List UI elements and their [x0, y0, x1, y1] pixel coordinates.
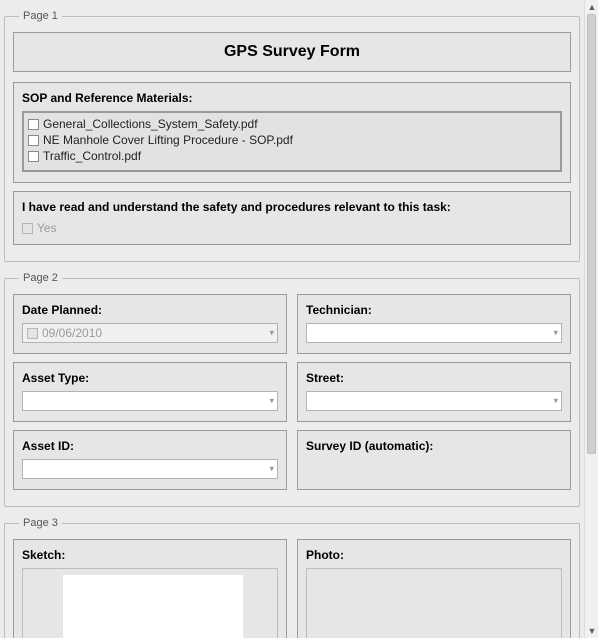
street-select[interactable]: ▾ — [306, 391, 562, 411]
sop-list: General_Collections_System_Safety.pdf NE… — [22, 111, 562, 172]
sketch-area[interactable] — [63, 575, 243, 638]
asset-type-panel: Asset Type: ▾ — [13, 362, 287, 422]
photo-canvas[interactable] — [306, 568, 562, 638]
vertical-scrollbar[interactable]: ▲ ▼ — [584, 0, 598, 638]
technician-select[interactable]: ▾ — [306, 323, 562, 343]
asset-id-select[interactable]: ▾ — [22, 459, 278, 479]
asset-type-label: Asset Type: — [22, 371, 278, 385]
technician-label: Technician: — [306, 303, 562, 317]
checkbox-icon[interactable] — [28, 135, 39, 146]
page-3: Page 3 Sketch: Photo: — [4, 517, 580, 638]
form-title-box: GPS Survey Form — [13, 32, 571, 72]
date-planned-value: 09/06/2010 — [42, 326, 102, 340]
sop-item[interactable]: Traffic_Control.pdf — [28, 148, 556, 164]
checkbox-icon[interactable] — [28, 119, 39, 130]
dropdown-icon[interactable]: ▾ — [269, 329, 274, 338]
asset-type-select[interactable]: ▾ — [22, 391, 278, 411]
sop-item[interactable]: NE Manhole Cover Lifting Procedure - SOP… — [28, 132, 556, 148]
survey-id-panel: Survey ID (automatic): — [297, 430, 571, 490]
sop-item[interactable]: General_Collections_System_Safety.pdf — [28, 116, 556, 132]
scrollbar-thumb[interactable] — [587, 14, 596, 454]
date-planned-input[interactable]: 09/06/2010 ▾ — [22, 323, 278, 343]
form-title: GPS Survey Form — [224, 43, 360, 60]
dropdown-icon[interactable]: ▾ — [553, 329, 558, 338]
sop-panel: SOP and Reference Materials: General_Col… — [13, 82, 571, 183]
dropdown-icon[interactable]: ▾ — [553, 397, 558, 406]
sketch-label: Sketch: — [22, 548, 278, 562]
asset-id-panel: Asset ID: ▾ — [13, 430, 287, 490]
checkbox-icon[interactable] — [27, 328, 38, 339]
sop-item-name: Traffic_Control.pdf — [43, 148, 141, 164]
survey-id-label: Survey ID (automatic): — [306, 439, 562, 453]
sketch-panel: Sketch: — [13, 539, 287, 638]
checkbox-icon[interactable] — [22, 223, 33, 234]
checkbox-icon[interactable] — [28, 151, 39, 162]
date-planned-panel: Date Planned: 09/06/2010 ▾ — [13, 294, 287, 354]
form-viewport: Page 1 GPS Survey Form SOP and Reference… — [0, 0, 598, 638]
dropdown-icon[interactable]: ▾ — [269, 465, 274, 474]
sketch-canvas[interactable] — [22, 568, 278, 638]
technician-panel: Technician: ▾ — [297, 294, 571, 354]
photo-panel: Photo: — [297, 539, 571, 638]
page-2-legend: Page 2 — [19, 272, 62, 284]
dropdown-icon[interactable]: ▾ — [269, 397, 274, 406]
ack-option-label: Yes — [37, 220, 57, 236]
scroll-area: Page 1 GPS Survey Form SOP and Reference… — [0, 0, 584, 638]
sop-item-name: General_Collections_System_Safety.pdf — [43, 116, 258, 132]
street-panel: Street: ▾ — [297, 362, 571, 422]
page-2: Page 2 Date Planned: 09/06/2010 ▾ Techni… — [4, 272, 580, 507]
page-3-legend: Page 3 — [19, 517, 62, 529]
ack-option[interactable]: Yes — [22, 220, 562, 236]
ack-label: I have read and understand the safety an… — [22, 200, 562, 214]
street-label: Street: — [306, 371, 562, 385]
sop-item-name: NE Manhole Cover Lifting Procedure - SOP… — [43, 132, 293, 148]
page-1-legend: Page 1 — [19, 10, 62, 22]
survey-id-value — [306, 459, 562, 479]
scroll-up-icon[interactable]: ▲ — [585, 0, 598, 14]
scroll-down-icon[interactable]: ▼ — [585, 624, 598, 638]
photo-label: Photo: — [306, 548, 562, 562]
asset-id-label: Asset ID: — [22, 439, 278, 453]
date-planned-label: Date Planned: — [22, 303, 278, 317]
ack-panel: I have read and understand the safety an… — [13, 191, 571, 245]
sop-label: SOP and Reference Materials: — [22, 91, 562, 105]
page-1: Page 1 GPS Survey Form SOP and Reference… — [4, 10, 580, 262]
